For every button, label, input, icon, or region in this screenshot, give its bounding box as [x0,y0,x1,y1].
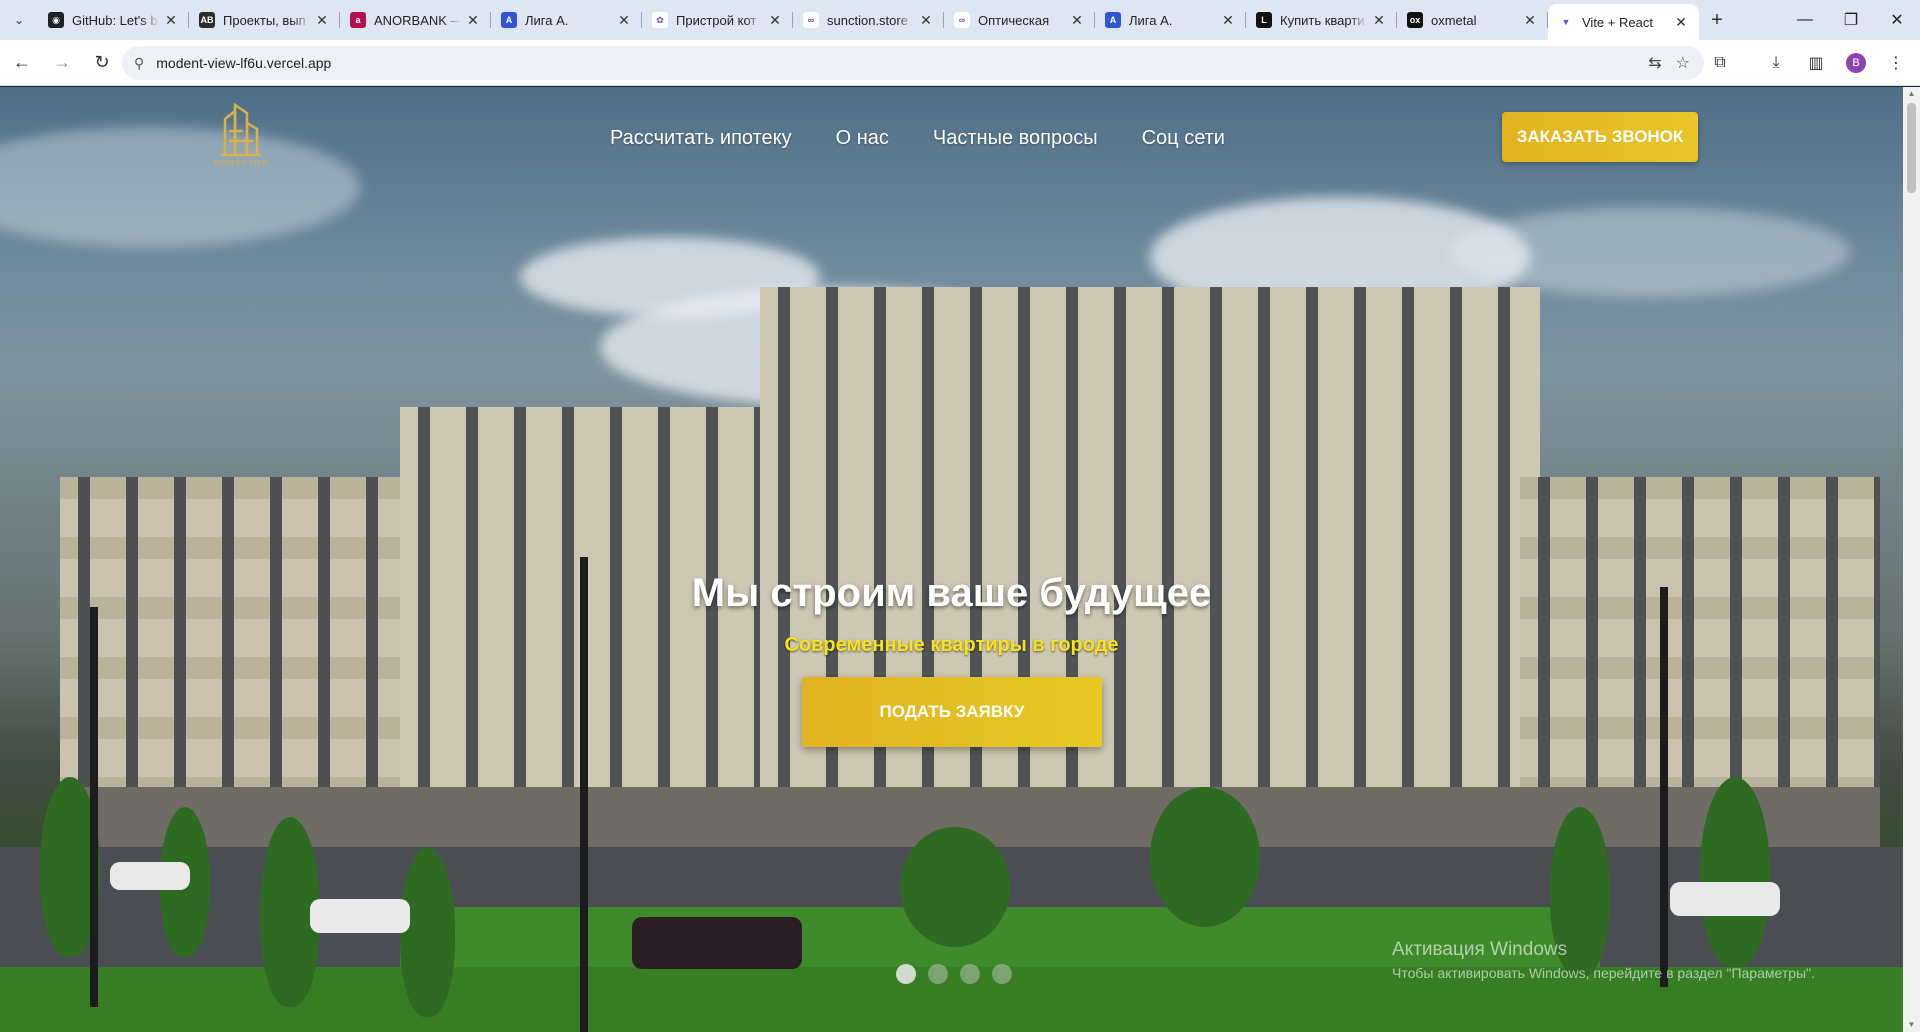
tab-title: Лига А. [1129,12,1173,28]
tab-title: Пристрой кот [676,12,757,28]
browser-tab[interactable]: AB Проекты, вып ✕ [189,0,340,40]
profile-avatar[interactable]: B [1846,53,1866,73]
link-icon: ∞ [803,12,819,28]
submit-application-button[interactable]: ПОДАТЬ ЗАЯВКУ [802,677,1102,747]
browser-tab[interactable]: A Лига А. ✕ [1095,0,1246,40]
menu-kebab-icon[interactable]: ⋮ [1878,46,1914,80]
slider-dot[interactable] [960,964,980,984]
browser-tab[interactable]: A Лига А. ✕ [491,0,642,40]
reload-icon[interactable]: ↻ [84,45,120,81]
hero-subtitle: Современные квартиры в городе [784,634,1119,656]
browser-tab[interactable]: ◉ GitHub: Let's b ✕ [38,0,189,40]
site-info-icon[interactable]: ⚲ [134,55,144,72]
extensions-icon[interactable]: ⧉ [1702,46,1738,80]
ox-icon: ox [1407,12,1423,28]
l-icon: L [1256,12,1272,28]
request-call-button[interactable]: ЗАКАЗАТЬ ЗВОНОК [1502,112,1698,162]
side-panel-icon[interactable]: ▥ [1798,46,1834,80]
watermark-title: Активация Windows [1392,939,1568,960]
slider-dot[interactable] [896,964,916,984]
liga-icon: A [1105,12,1121,28]
close-window-icon[interactable]: ✕ [1874,0,1920,40]
tab-close-icon[interactable]: ✕ [767,12,783,29]
hero-title: Мы строим ваше будущее [691,571,1212,615]
url-text: modent-view-lf6u.vercel.app [156,55,332,71]
tab-title: GitHub: Let's b [72,12,158,28]
tab-title: oxmetal [1431,12,1477,28]
watermark-text: Чтобы активировать Windows, перейдите в … [1392,965,1815,981]
tab-close-icon[interactable]: ✕ [465,12,481,29]
tab-close-icon[interactable]: ✕ [1220,12,1236,29]
slider-dot[interactable] [992,964,1012,984]
building-logo-icon [221,102,261,157]
tab-close-icon[interactable]: ✕ [314,12,330,29]
tab-title: sunction.store [827,12,908,28]
browser-tab[interactable]: L Купить кварти ✕ [1246,0,1397,40]
slider-pagination [896,964,1012,984]
tab-title: Купить кварти [1280,12,1365,28]
link-icon: ∞ [954,12,970,28]
scroll-down-icon[interactable]: ▼ [1903,1018,1920,1032]
github-icon: ◉ [48,12,64,28]
nav-social[interactable]: Соц сети [1142,127,1225,150]
back-icon[interactable]: ← [4,45,40,81]
restore-icon[interactable]: ❐ [1828,0,1874,40]
new-tab-button[interactable]: + [1699,0,1735,40]
nav-mortgage-calculator[interactable]: Рассчитать ипотеку [610,127,792,150]
ab-icon: AB [199,12,215,28]
tab-close-icon[interactable]: ✕ [1673,14,1689,31]
browser-tab-bar: ⌄ ◉ GitHub: Let's b ✕ AB Проекты, вып ✕ a ANORB… [0,0,1920,40]
window-controls: — ❐ ✕ [1782,0,1920,40]
figma-icon: ✿ [652,12,668,28]
minimize-icon[interactable]: — [1782,0,1828,40]
browser-tab[interactable]: ▼ Vite + React ✕ [1548,4,1699,40]
page-viewport: MODERN VIEW Рассчитать ипотеку О нас Час… [0,87,1903,1032]
liga-icon: A [501,12,517,28]
site-logo[interactable]: MODERN VIEW [205,101,277,175]
address-bar[interactable]: ⚲ modent-view-lf6u.vercel.app ⇆ ☆ [122,46,1704,80]
tab-close-icon[interactable]: ✕ [1371,12,1387,29]
tab-close-icon[interactable]: ✕ [616,12,632,29]
nav-about[interactable]: О нас [836,127,889,150]
browser-toolbar: ← → ↻ ⚲ modent-view-lf6u.vercel.app ⇆ ☆ … [0,40,1920,86]
browser-tab[interactable]: ox oxmetal ✕ [1397,0,1548,40]
tab-close-icon[interactable]: ✕ [918,12,934,29]
tab-search-chevron-icon[interactable]: ⌄ [0,0,38,40]
hero-background-image [0,87,1903,1032]
browser-tab[interactable]: a ANORBANK — ✕ [340,0,491,40]
browser-tab[interactable]: ✿ Пристрой кот ✕ [642,0,793,40]
tab-title: Оптическая [978,12,1050,28]
download-icon[interactable]: ⤓ [1758,46,1794,80]
logo-text: MODERN VIEW [213,159,269,167]
browser-tab[interactable]: ∞ sunction.store ✕ [793,0,944,40]
tab-title: Лига А. [525,12,569,28]
slider-dot[interactable] [928,964,948,984]
tab-close-icon[interactable]: ✕ [1522,12,1538,29]
tab-close-icon[interactable]: ✕ [163,12,179,29]
windows-activation-watermark: Активация Windows Чтобы активировать Win… [1392,939,1815,981]
tab-title: Vite + React [1582,14,1653,30]
vite-icon: ▼ [1558,14,1574,30]
forward-icon[interactable]: → [44,45,80,81]
tab-title: ANORBANK — [374,12,461,28]
scrollbar-thumb[interactable] [1907,103,1916,193]
tab-close-icon[interactable]: ✕ [1069,12,1085,29]
scroll-up-icon[interactable]: ▲ [1903,87,1920,101]
bookmark-star-icon[interactable]: ☆ [1676,53,1690,73]
anorbank-icon: a [350,12,366,28]
main-nav: Рассчитать ипотеку О нас Частные вопросы… [610,127,1225,150]
tab-title: Проекты, вып [223,12,306,28]
nav-faq[interactable]: Частные вопросы [933,127,1098,150]
browser-tab[interactable]: ∞ Оптическая ✕ [944,0,1095,40]
page-scrollbar[interactable]: ▲ ▼ [1903,87,1920,1032]
translate-icon[interactable]: ⇆ [1648,53,1661,73]
